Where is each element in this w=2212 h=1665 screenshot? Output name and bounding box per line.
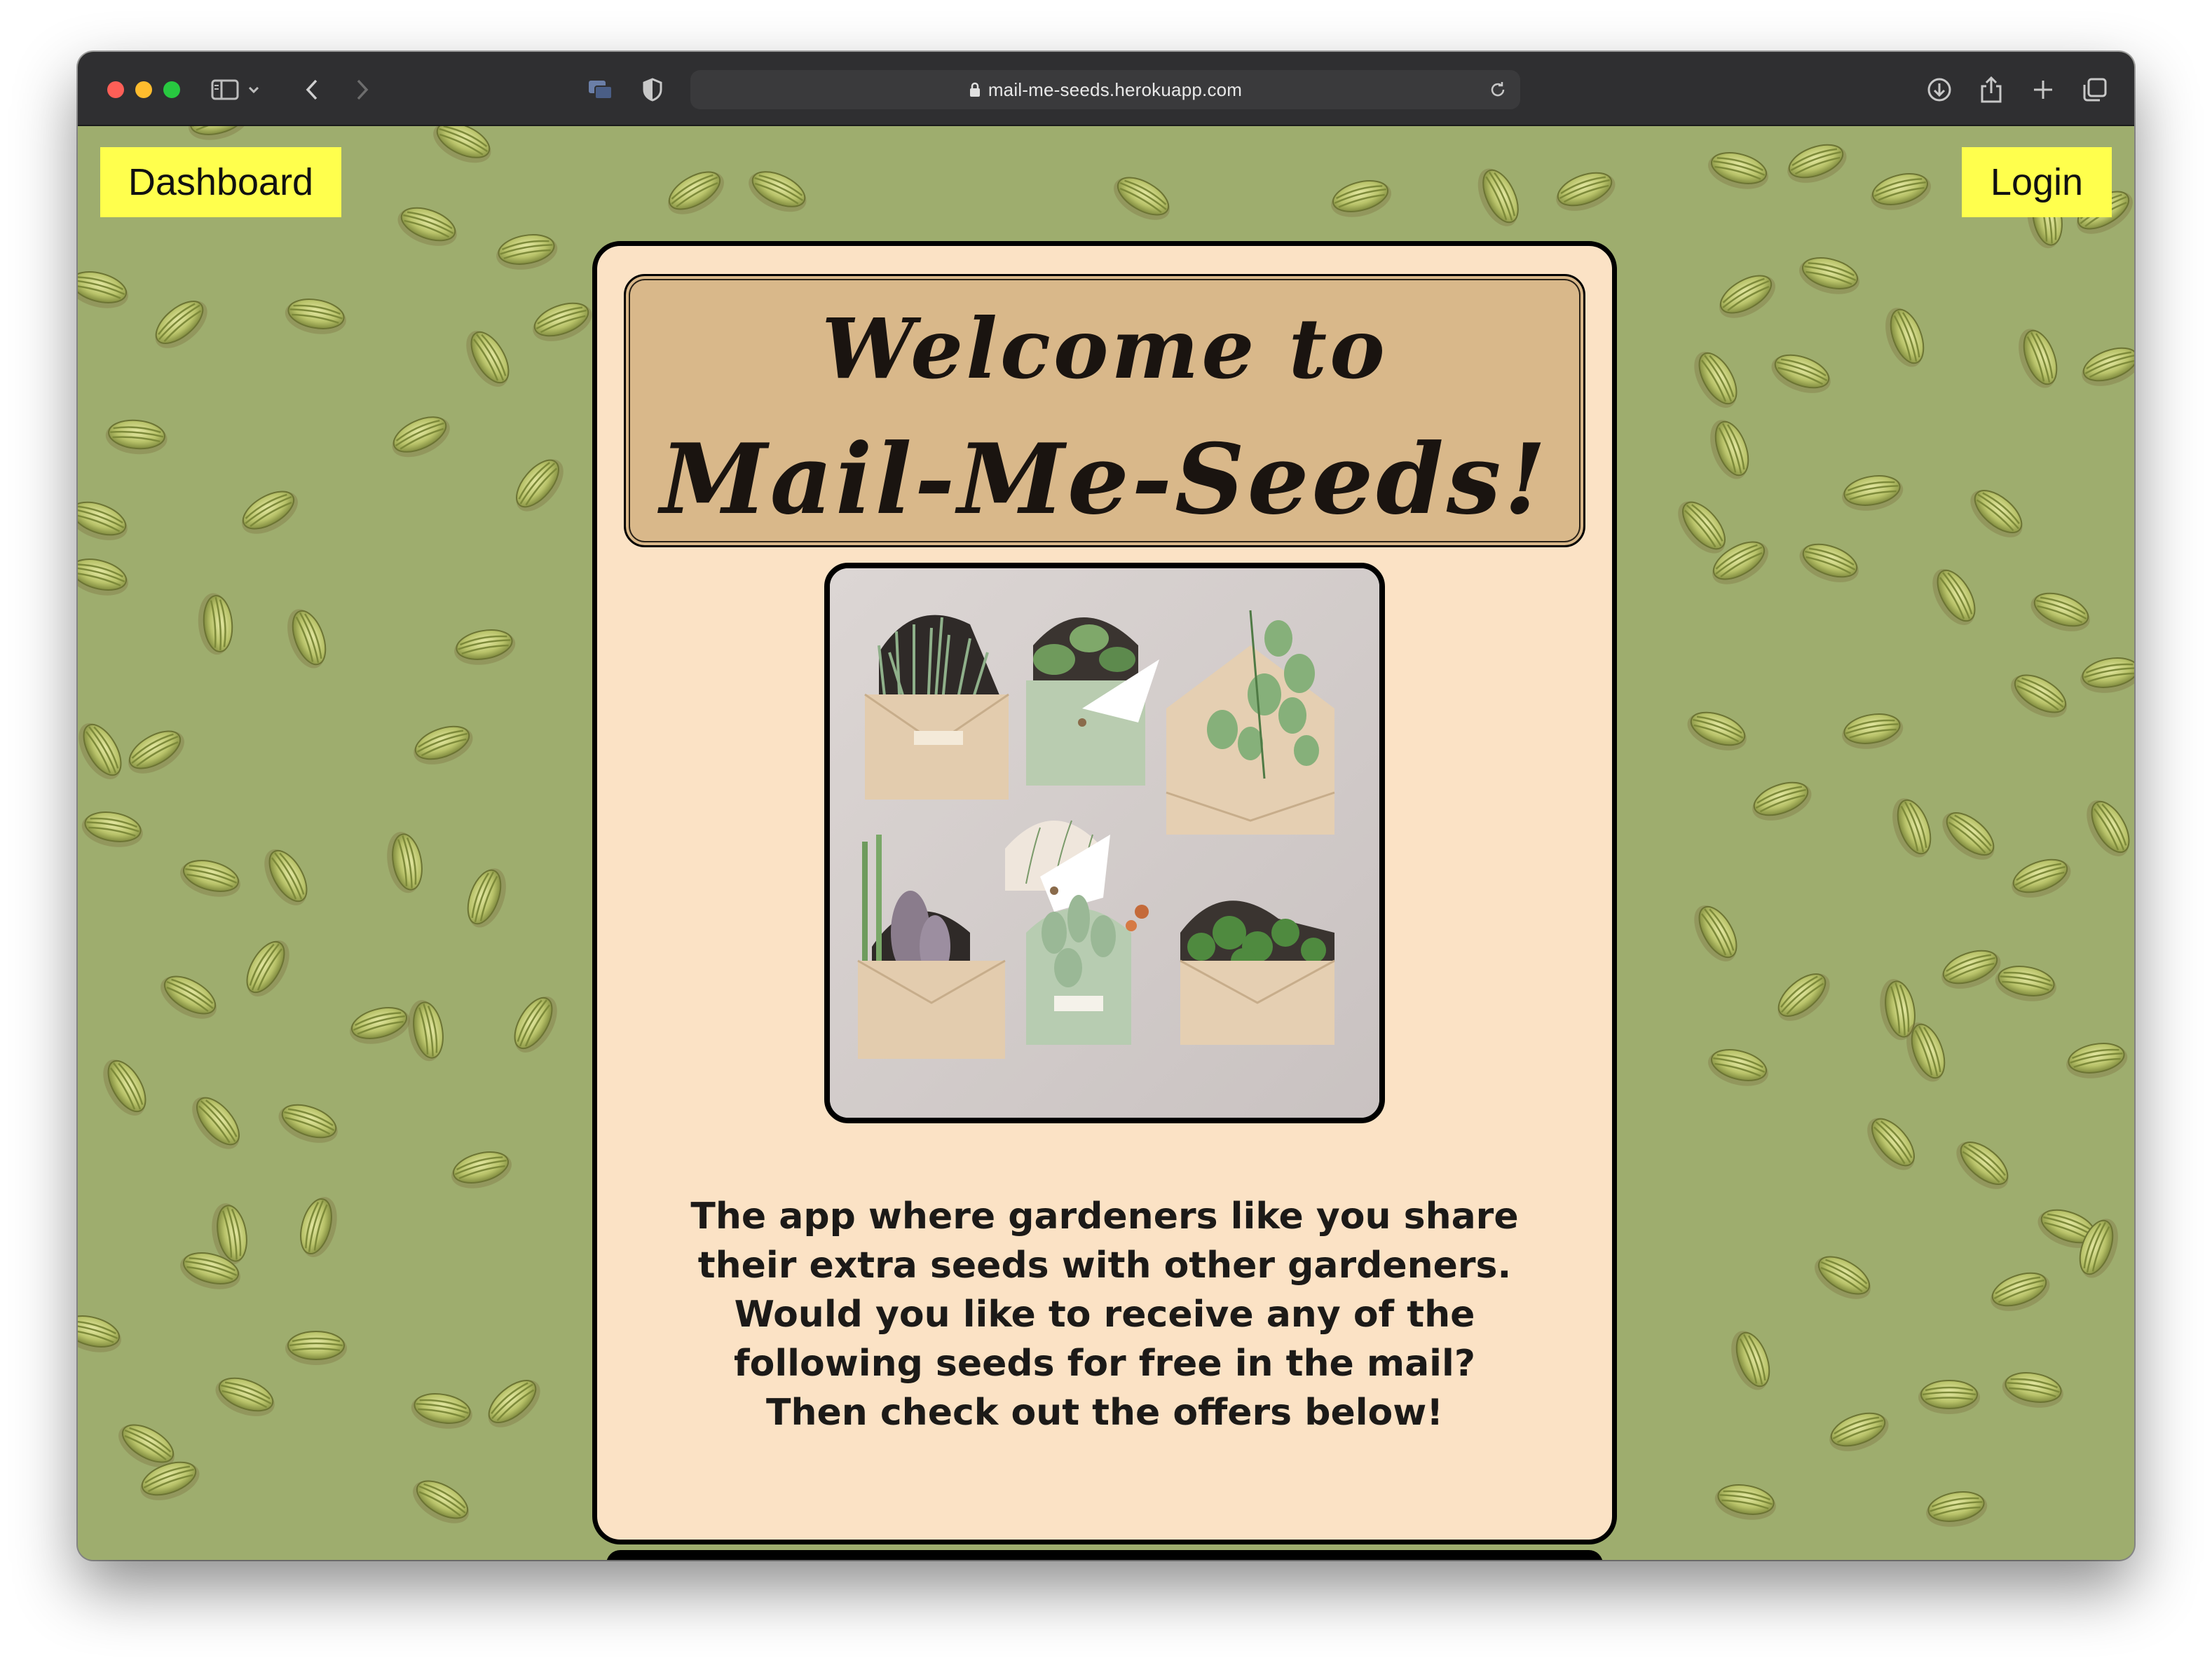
lock-icon bbox=[969, 81, 981, 98]
download-icon[interactable] bbox=[1923, 73, 1956, 107]
back-icon[interactable] bbox=[295, 73, 329, 107]
browser-toolbar: mail-me-seeds.herokuapp.com bbox=[78, 52, 2134, 126]
welcome-card: Welcome to Mail-Me-Seeds! The app where … bbox=[592, 241, 1617, 1544]
chevron-down-icon[interactable] bbox=[243, 73, 264, 107]
forward-icon[interactable] bbox=[346, 73, 379, 107]
zoom-window-button[interactable] bbox=[163, 81, 180, 98]
seed-envelopes-illustration bbox=[830, 568, 1379, 1118]
minimize-window-button[interactable] bbox=[135, 81, 152, 98]
welcome-title: Welcome to bbox=[821, 300, 1388, 397]
dashboard-button[interactable]: Dashboard bbox=[100, 147, 341, 217]
next-card-edge bbox=[606, 1550, 1603, 1560]
browser-window: mail-me-seeds.herokuapp.com Dashboard Lo… bbox=[78, 52, 2134, 1560]
login-button[interactable]: Login bbox=[1962, 147, 2112, 217]
privacy-shield-icon[interactable] bbox=[636, 73, 669, 107]
web-page: Dashboard Login Welcome to Mail-Me-Seeds… bbox=[78, 126, 2134, 1560]
share-icon[interactable] bbox=[1974, 73, 2008, 107]
tagline-text: The app where gardeners like you share t… bbox=[690, 1195, 1519, 1434]
hero-image bbox=[824, 563, 1385, 1123]
close-window-button[interactable] bbox=[107, 81, 124, 98]
tab-icon[interactable] bbox=[584, 73, 617, 107]
url-text: mail-me-seeds.herokuapp.com bbox=[988, 78, 1243, 100]
title-banner: Welcome to Mail-Me-Seeds! bbox=[624, 274, 1585, 547]
app-name-title: Mail-Me-Seeds! bbox=[660, 422, 1550, 536]
new-tab-icon[interactable] bbox=[2026, 73, 2060, 107]
address-bar[interactable]: mail-me-seeds.herokuapp.com bbox=[690, 70, 1520, 109]
tab-overview-icon[interactable] bbox=[2078, 73, 2112, 107]
reload-icon[interactable] bbox=[1487, 78, 1509, 101]
sidebar-icon[interactable] bbox=[208, 73, 242, 107]
